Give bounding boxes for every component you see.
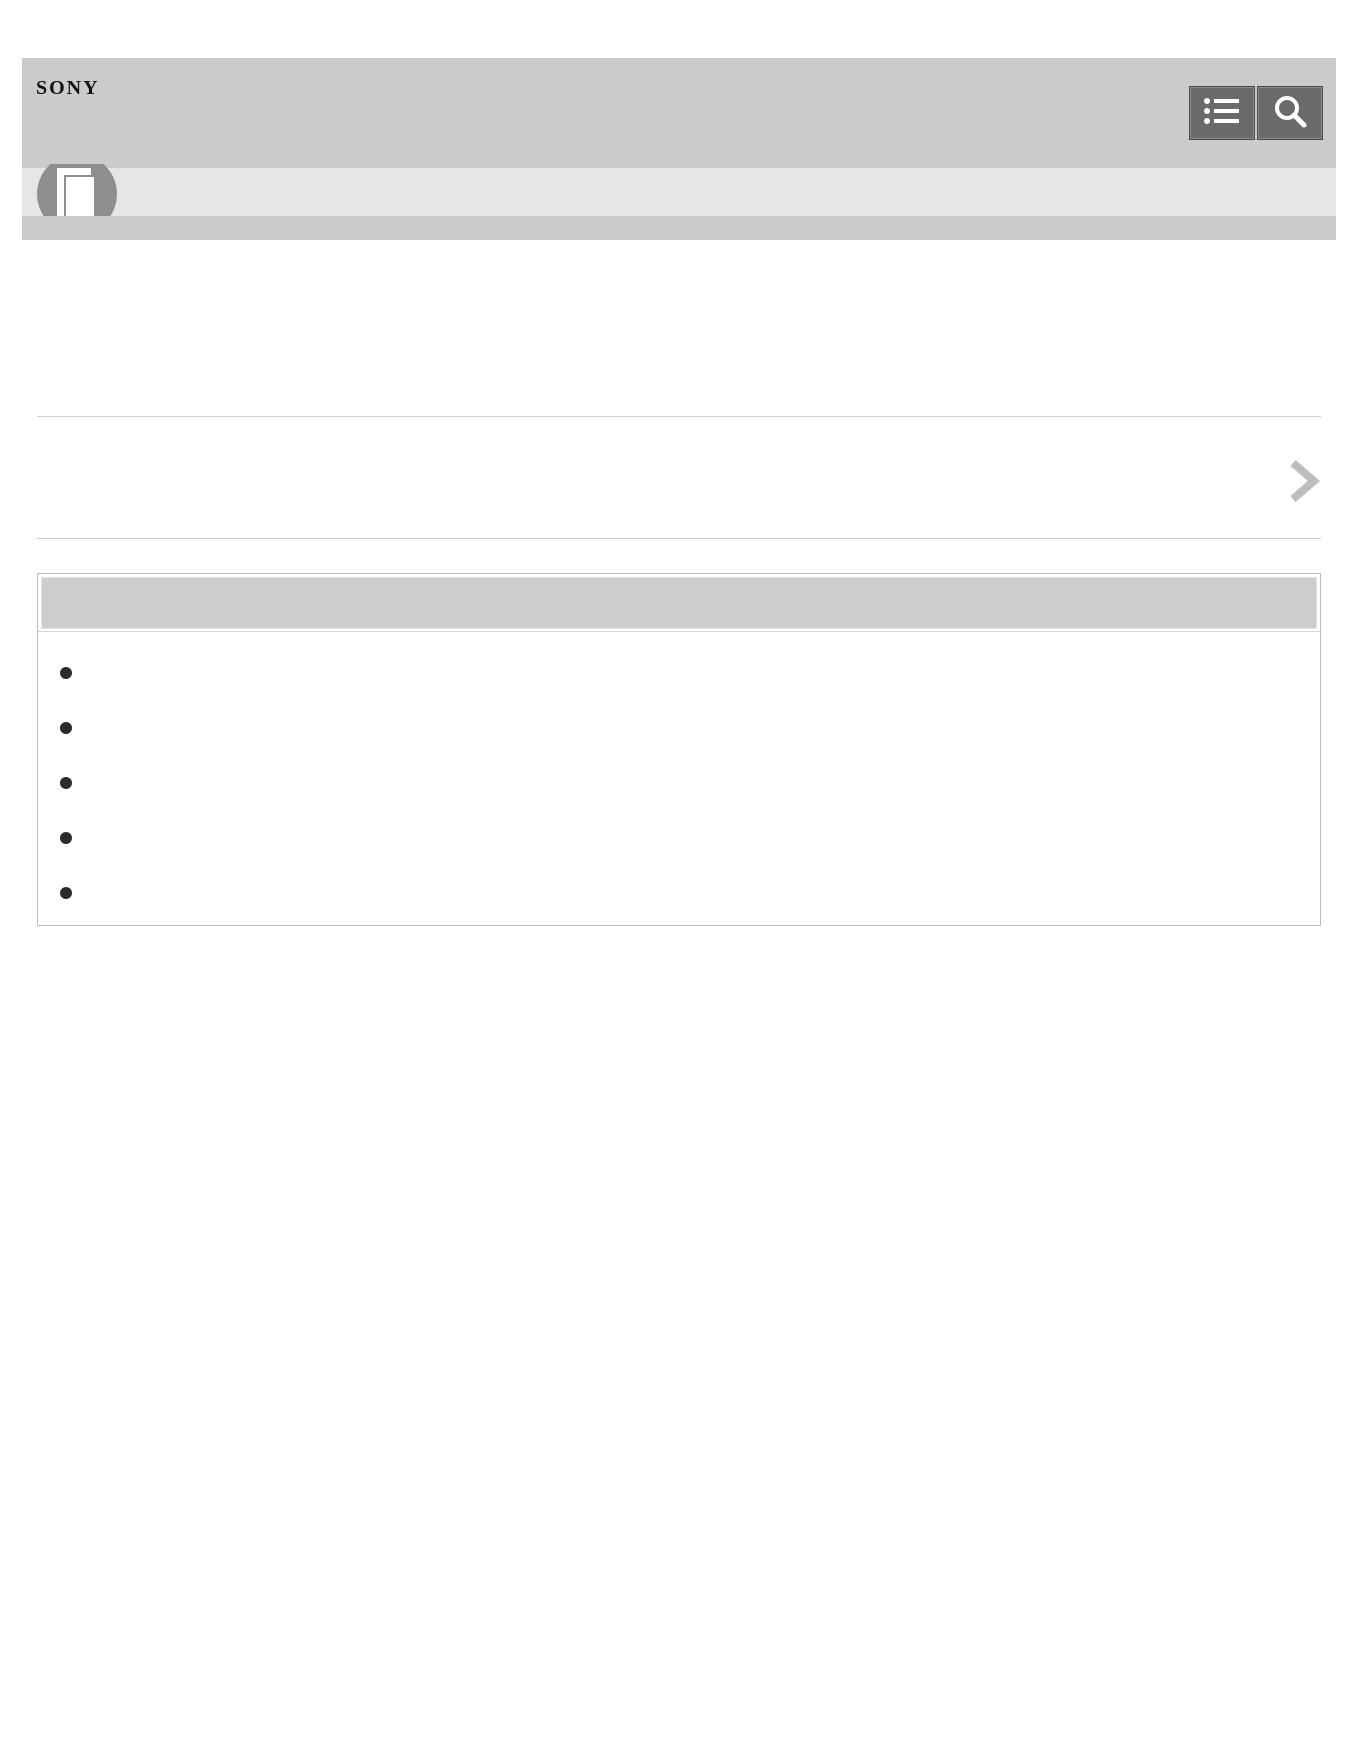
bullet-icon [60, 832, 72, 844]
search-icon [1273, 94, 1307, 133]
contents-box-heading [41, 577, 1317, 629]
help-guide-page: SONY [0, 0, 1361, 1761]
list-item[interactable] [38, 687, 1320, 742]
bullet-icon [60, 777, 72, 789]
contents-list [38, 632, 1320, 907]
list-item[interactable] [38, 632, 1320, 687]
category-bar [22, 164, 1336, 216]
list-icon [1203, 96, 1241, 131]
page-title [37, 262, 1321, 416]
list-item[interactable] [38, 852, 1320, 907]
sony-logo[interactable]: SONY [36, 77, 100, 100]
list-item[interactable] [38, 797, 1320, 852]
header-buttons [1189, 86, 1323, 140]
divider [37, 538, 1321, 539]
help-guide-book-icon [36, 164, 118, 216]
contents-box [37, 573, 1321, 926]
bullet-icon [60, 887, 72, 899]
bullet-icon [60, 722, 72, 734]
contents-list-button[interactable] [1189, 86, 1255, 140]
chevron-right-icon [1287, 458, 1321, 504]
divider [37, 416, 1321, 417]
list-item[interactable] [38, 742, 1320, 797]
next-topic-link[interactable] [37, 418, 1321, 538]
site-header: SONY [22, 58, 1336, 240]
bullet-icon [60, 667, 72, 679]
search-button[interactable] [1257, 86, 1323, 140]
